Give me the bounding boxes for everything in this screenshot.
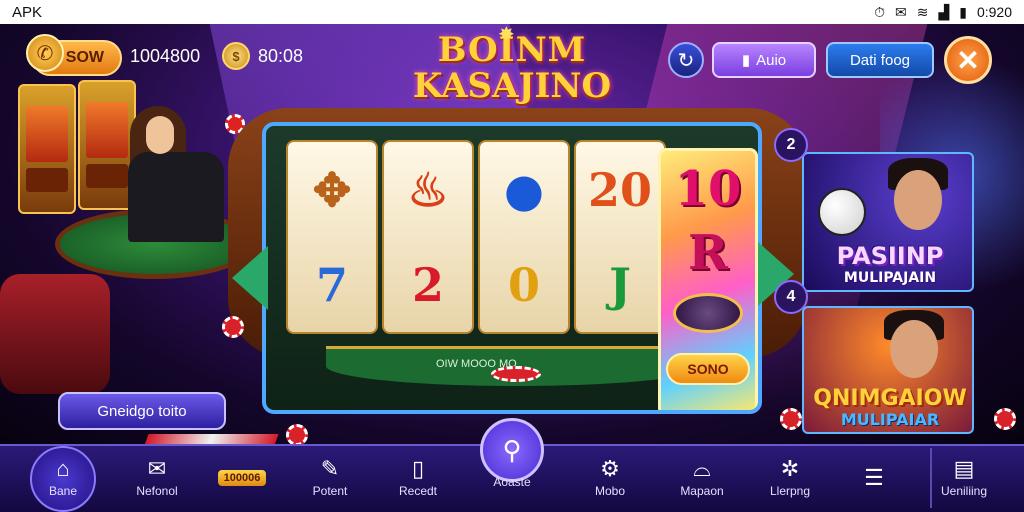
nav-item-settings[interactable]: ✲ Llerpng [750,444,830,512]
nav-label: Nefonol [136,484,178,498]
bonus-reel: 10 R SONO [658,148,758,410]
search-icon: ⚲ [502,435,522,465]
nav-label: Ueniliing [940,484,988,498]
daily-button[interactable]: Dati foog [826,42,934,78]
balance-value: 1004800 [130,46,201,66]
player-face [894,170,942,230]
nav-item-mail[interactable]: ✉ Nefonol [117,444,197,512]
promo-title: PASIINP [836,242,944,270]
coin-icon: $ [222,42,250,70]
reels: ✥ 7 ♨ 2 ● 0 20 J [286,140,666,334]
nav-item-bag[interactable]: ⌓ Mapaon [662,444,742,512]
reel-symbol: ♨ [407,162,449,217]
nav-item-gear[interactable]: ⚙ Mobo [570,444,650,512]
list-icon: ☰ [864,465,884,490]
reel-symbol: 2 [411,257,444,312]
close-button[interactable]: ✕ [944,36,992,84]
settings-icon: ✲ [780,456,800,481]
reel: ● 0 [478,140,570,334]
phone-icon: ▯ [411,456,425,481]
nav-label: Mobo [594,484,626,498]
nav-item-ticket[interactable]: ✎ Potent [290,444,370,512]
reel-symbol: 20 [587,162,652,217]
chip [994,408,1016,430]
reel-symbol: 0 [507,257,540,312]
ticket-icon: ✎ [320,456,340,481]
promo-card[interactable]: PASIINP MULIPAJAIN [802,152,974,292]
bowl-icon [673,293,743,333]
signal-icon: ▟ [938,3,950,20]
reel-symbol: ✥ [312,162,352,217]
nav-item-home[interactable]: ⌂ Bane [23,444,103,512]
nav-label: Potent [312,484,348,498]
nav-item-document[interactable]: ▤ Ueniliing [924,444,1004,512]
reel: ♨ 2 [382,140,474,334]
alarm-icon: ⏱ [874,3,885,20]
promo-number: 2 [774,128,808,162]
dealer-face [146,116,174,154]
nav-label: Recedt [398,484,438,498]
dealer-body [128,152,224,242]
player-face [890,320,938,378]
nav-label: Llerpng [769,484,811,498]
close-icon: ✕ [956,44,980,76]
soccer-ball-icon [818,188,866,236]
phone-icon[interactable]: ✆ [26,34,64,72]
bonus-button[interactable]: SONO [666,353,750,385]
ratio-button[interactable]: ▮ Auio [712,42,816,78]
bonus-symbol: R [688,225,728,281]
logo-line2: KASAJINO [412,66,612,106]
status-bar: APK ⏱ ✉ ≋ ▟ ▮ 0:920 [0,0,1024,24]
promo-card[interactable]: QNIMGAIOW MULIPAIAR [802,306,974,434]
chip [780,408,802,430]
promo-number: 4 [774,280,808,314]
chip [491,366,541,382]
refresh-button[interactable]: ↻ [668,42,704,78]
bonus-symbol: 10 [674,161,742,217]
wifi-icon: ≋ [916,3,929,20]
ratio-button-label: Auio [756,51,787,69]
reel: ✥ 7 [286,140,378,334]
carrier-label: APK [12,3,43,21]
chip [286,424,308,444]
refresh-icon: ↻ [677,49,695,72]
star-icon: ✸ [498,24,515,46]
nav-label: Mapaon [680,484,724,498]
slot-machine[interactable]: ✥ 7 ♨ 2 ● 0 20 J OIW MOOO MO 10 R SONO [262,122,762,414]
notification-icon: ✉ [894,3,907,20]
promo-subtitle: MULIPAJAIN [843,270,937,286]
battery-icon: ▮ [959,3,967,20]
coin-value: 80:08 [258,46,304,66]
promo-subtitle: MULIPAIAR [840,410,940,429]
nav-label: Aoaste [493,475,531,489]
clock: 0:920 [976,4,1012,20]
chip [222,316,244,338]
nav-label: Bane [48,484,78,498]
left-action-button[interactable]: Gneidgo toito [58,392,226,430]
promo-title: QNIMGAIOW [813,386,967,411]
arcade-machine [18,84,76,214]
home-icon: ⌂ [56,456,70,481]
document-icon: ▤ [953,456,975,481]
roulette-table [135,434,279,444]
gear-icon: ⚙ [600,456,620,481]
mail-icon: ✉ [147,456,167,481]
status-icons: ⏱ ✉ ≋ ▟ ▮ 0:920 [874,4,1012,21]
previous-arrow-icon[interactable] [232,246,268,310]
casino-chair [0,274,110,394]
nav-item-search[interactable]: ⚲ Aoaste [472,430,552,498]
card-icon: ▮ [741,52,751,69]
reel-symbol: J [609,257,631,312]
nav-item-badge[interactable]: 100006 [202,444,282,512]
nav-item-phone[interactable]: ▯ Recedt [378,444,458,512]
nav-item-list[interactable]: ☰ [834,444,914,512]
game-logo: ✸ BOINM KASAJINO [408,24,616,124]
badge-icon: 100006 [217,470,267,486]
bag-icon: ⌓ [693,456,711,481]
reel: 20 J [574,140,666,334]
reel-symbol: 7 [315,257,348,312]
reel-symbol: ● [503,162,545,217]
